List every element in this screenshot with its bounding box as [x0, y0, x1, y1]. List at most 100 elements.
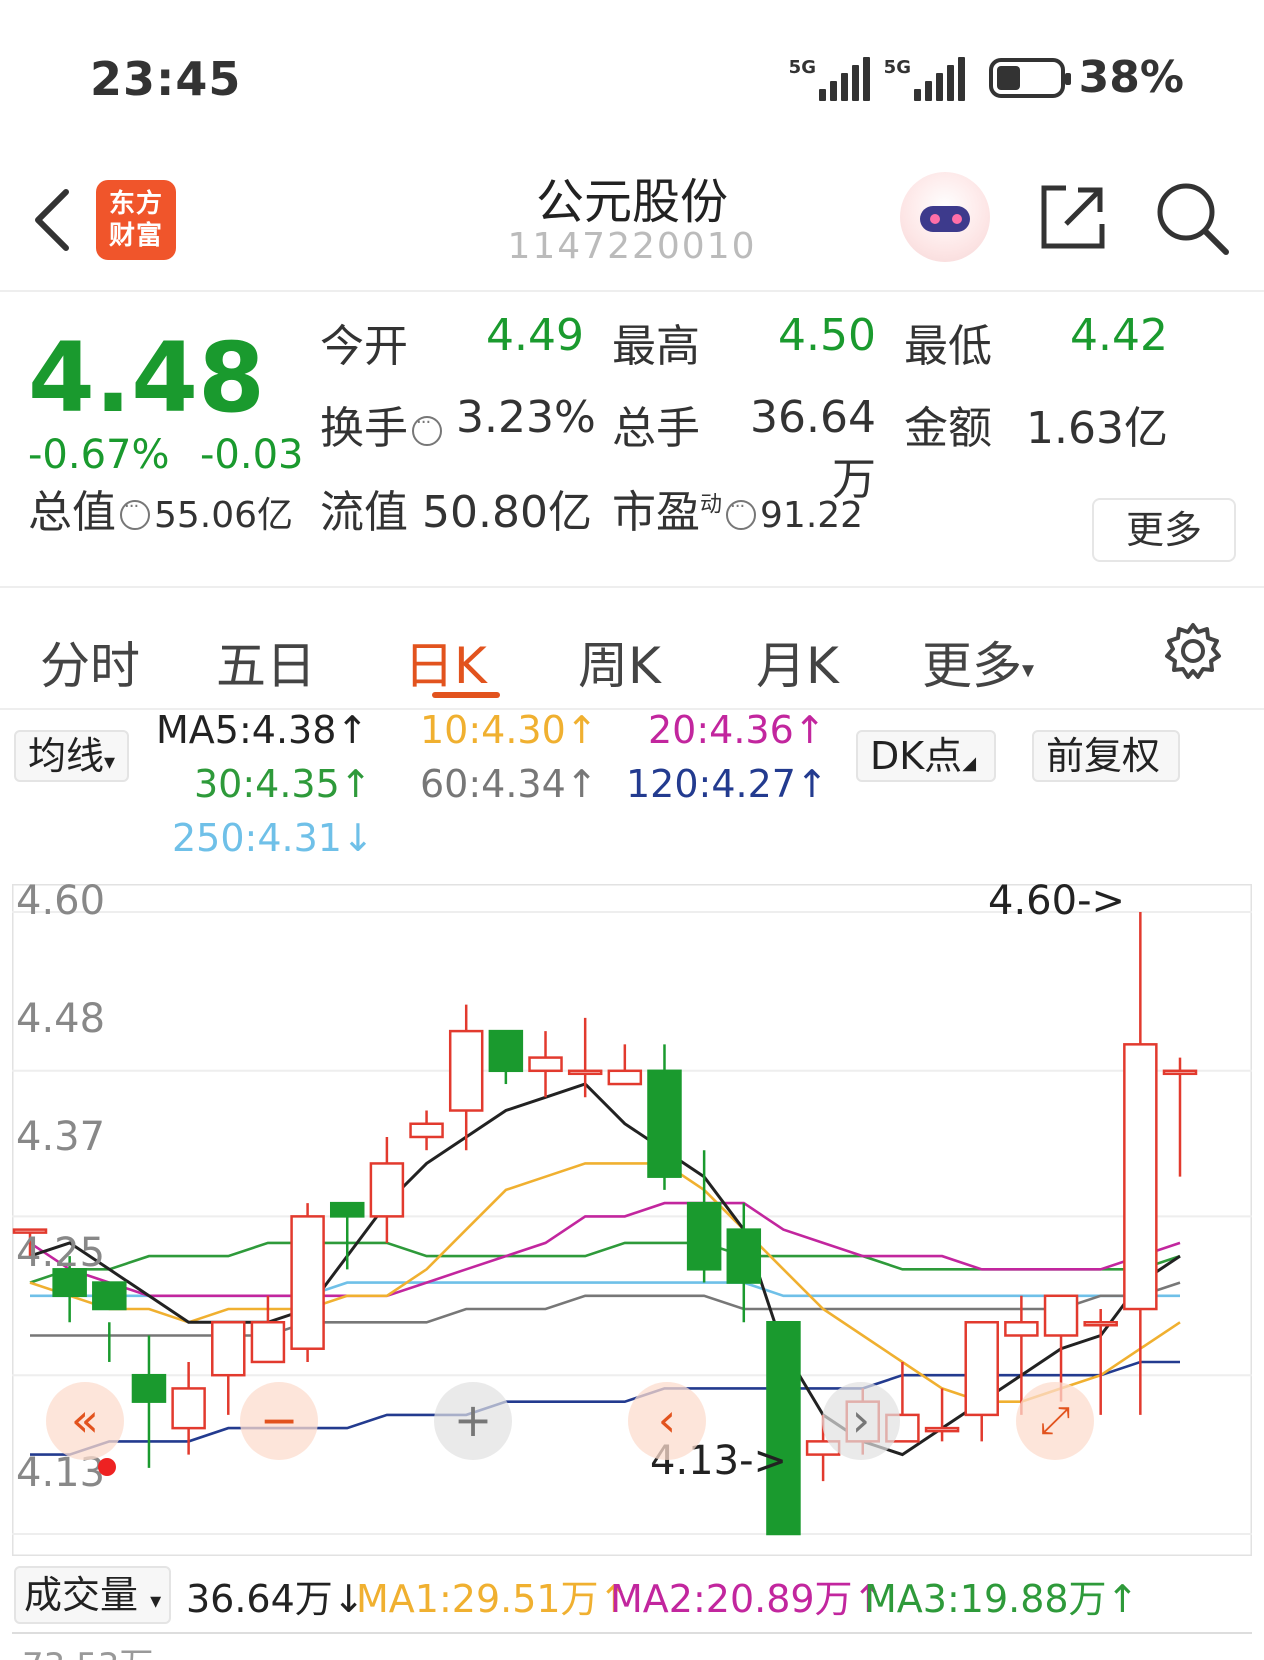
ma250-label: 250:4.31↓	[172, 816, 374, 860]
ma60-label: 60:4.34↑	[420, 762, 598, 806]
candle-body	[1123, 1043, 1158, 1311]
pe-ratio[interactable]: 市盈动91.22	[612, 476, 863, 540]
candle-body	[211, 1321, 246, 1377]
high-value: 4.50	[778, 310, 876, 361]
dropdown-icon: ▾	[104, 750, 116, 775]
fullscreen-button[interactable]: ⤢	[1016, 1382, 1094, 1460]
candle-body	[329, 1201, 365, 1218]
chevron-right-icon: ›	[851, 1393, 871, 1447]
candle-body	[964, 1321, 999, 1417]
search-button[interactable]	[1152, 178, 1232, 258]
dk-point-button[interactable]: DK点◢	[856, 730, 996, 782]
tab-weekly-k[interactable]: 周K	[578, 626, 661, 698]
amount-value: 1.63亿	[1026, 403, 1168, 454]
volume-legend: 成交量 ▾ 36.64万↓ MA1:29.51万↑ MA2:20.89万↑ MA…	[0, 1562, 1264, 1628]
dropdown-icon: ▾	[1022, 655, 1035, 684]
candle-body	[250, 1321, 286, 1364]
y-tick-460: 4.60	[16, 878, 106, 924]
volume-axis-label: 73.53万	[22, 1638, 153, 1660]
candle-body	[290, 1215, 325, 1350]
share-button[interactable]	[1036, 180, 1110, 254]
volume-chart-top: 73.53万	[12, 1632, 1252, 1660]
battery-percent: 38%	[1078, 52, 1184, 103]
low-label: 最低	[904, 321, 992, 372]
turnover-label[interactable]: 换手	[320, 392, 446, 456]
candle-body	[647, 1069, 682, 1178]
scroll-start-button[interactable]: «	[46, 1382, 124, 1460]
search-icon	[1157, 183, 1229, 255]
robot-assistant-icon[interactable]	[900, 172, 990, 262]
scroll-right-button[interactable]: ›	[822, 1382, 900, 1460]
ma-type-select[interactable]: 均线▾	[14, 730, 130, 782]
scroll-left-button[interactable]: ‹	[628, 1382, 706, 1460]
chart-settings-button[interactable]	[1162, 620, 1224, 682]
zoom-in-button[interactable]: +	[434, 1382, 512, 1460]
zoom-in-icon: +	[453, 1393, 493, 1447]
volume-ma2: MA2:20.89万↑	[610, 1577, 885, 1621]
y-tick-425: 4.25	[16, 1230, 106, 1276]
candle-body	[409, 1122, 444, 1139]
ma10-label: 10:4.30↑	[420, 708, 598, 752]
volume-ma3: MA3:19.88万↑	[864, 1577, 1139, 1621]
info-icon[interactable]	[726, 496, 757, 530]
more-quote-button[interactable]: 更多	[1092, 498, 1236, 562]
share-icon	[1041, 185, 1105, 249]
info-icon[interactable]	[120, 496, 150, 530]
network-type-1: 5G	[788, 56, 816, 78]
ma5-label: MA5:4.38↑	[156, 708, 369, 752]
candle-body	[686, 1201, 722, 1271]
high-label: 最高	[612, 321, 700, 372]
ma250-line	[30, 1281, 1180, 1298]
open-label: 今开	[320, 321, 408, 372]
candle-body	[924, 1426, 960, 1433]
float-value: 50.80亿	[422, 487, 592, 538]
candle-body	[448, 1029, 484, 1112]
candle-body	[1043, 1294, 1079, 1337]
pe-value: 91.22	[760, 495, 864, 536]
candle-body	[1162, 1069, 1198, 1076]
zoom-out-button[interactable]: −	[240, 1382, 318, 1460]
volume-indicator-select[interactable]: 成交量 ▾	[14, 1566, 172, 1624]
expand-icon: ⤢	[1039, 1398, 1071, 1442]
signal-icon-2: 5G	[884, 55, 965, 101]
candle-body	[92, 1281, 127, 1311]
tab-more[interactable]: 更多▾	[922, 626, 1034, 698]
low-value: 4.42	[1070, 310, 1168, 361]
volume-total: 36.64万↓	[186, 1577, 365, 1621]
tab-daily-k[interactable]: 日K	[404, 626, 487, 698]
tab-monthly-k[interactable]: 月K	[756, 626, 839, 698]
zoom-out-icon: −	[259, 1393, 299, 1447]
candle-body	[607, 1069, 643, 1086]
candle-body	[766, 1321, 801, 1536]
kline-chart[interactable]: 4.60 4.48 4.37 4.25 4.13 4.60-> 4.13-> «…	[12, 878, 1252, 1556]
candle-body	[131, 1373, 167, 1403]
event-dot[interactable]	[98, 1458, 116, 1476]
adjust-select[interactable]: 前复权	[1032, 730, 1180, 782]
gear-icon	[1165, 623, 1221, 679]
stock-header: 东方 财富 公元股份 1147220010	[0, 150, 1264, 292]
y-tick-437: 4.37	[16, 1114, 106, 1160]
corner-arrow-icon: ◢	[962, 753, 977, 774]
chevron-left-icon: ‹	[657, 1393, 677, 1447]
candle-body	[726, 1228, 762, 1284]
status-bar: 23:45 5G 5G 38%	[0, 0, 1264, 150]
tab-five-day[interactable]: 五日	[216, 626, 316, 698]
battery-icon	[988, 57, 1071, 98]
dropdown-icon: ▾	[150, 1589, 162, 1614]
signal-icon-1: 5G	[789, 55, 870, 101]
candle-body	[1083, 1321, 1118, 1327]
last-price: 4.48	[28, 322, 265, 434]
change-value: -0.03	[200, 432, 304, 478]
info-icon[interactable]	[412, 412, 442, 446]
candle-body	[1004, 1321, 1039, 1337]
change-percent: -0.67%	[28, 432, 170, 478]
y-tick-448: 4.48	[16, 996, 106, 1042]
status-indicators: 5G 5G 38%	[789, 52, 1184, 103]
tab-intraday[interactable]: 分时	[40, 626, 140, 698]
network-type-2: 5G	[883, 56, 911, 78]
max-price-marker: 4.60->	[988, 878, 1126, 924]
volume-label: 总手	[612, 403, 700, 454]
mktcap-label[interactable]: 总值55.06亿	[28, 476, 293, 540]
candle-body	[369, 1162, 405, 1218]
open-value: 4.49	[486, 310, 584, 361]
